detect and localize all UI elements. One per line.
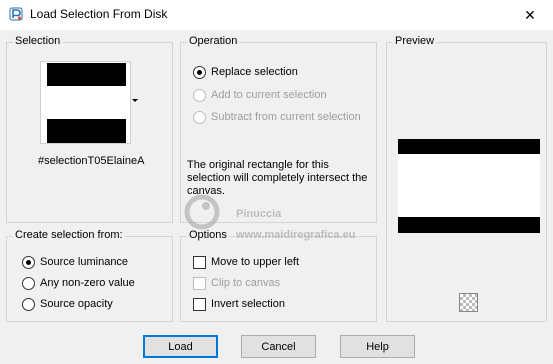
radio-label: Source opacity — [40, 298, 113, 310]
close-icon[interactable]: ✕ — [507, 0, 553, 30]
radio-circle — [22, 255, 35, 269]
checkbox-box — [193, 255, 206, 269]
subtract-selection-radio[interactable]: Subtract from current selection — [193, 109, 361, 125]
window-title: Load Selection From Disk — [30, 7, 168, 21]
thumbnail-bar-bottom — [47, 119, 126, 143]
preview-bar-top — [398, 139, 540, 154]
radio-circle — [193, 65, 206, 79]
cancel-button[interactable]: Cancel — [241, 335, 316, 358]
radio-circle — [22, 276, 35, 290]
radio-label: Add to current selection — [211, 89, 327, 101]
source-opacity-radio[interactable]: Source opacity — [22, 296, 113, 312]
create-panel-title: Create selection from: — [13, 229, 125, 241]
chevron-down-icon[interactable] — [132, 99, 138, 102]
radio-circle — [22, 297, 35, 311]
operation-info-text: The original rectangle for this selectio… — [187, 159, 368, 197]
any-nonzero-radio[interactable]: Any non-zero value — [22, 275, 135, 291]
preview-panel-title: Preview — [393, 35, 437, 47]
radio-label: Source luminance — [40, 256, 129, 268]
checkbox-box — [193, 297, 206, 311]
clip-canvas-checkbox[interactable]: Clip to canvas — [193, 275, 280, 291]
replace-selection-radio[interactable]: Replace selection — [193, 64, 298, 80]
add-selection-radio[interactable]: Add to current selection — [193, 87, 327, 103]
selection-panel-title: Selection — [13, 35, 63, 47]
title-bar: Load Selection From Disk ✕ — [0, 0, 553, 30]
move-upper-left-checkbox[interactable]: Move to upper left — [193, 254, 299, 270]
selection-thumbnail[interactable] — [40, 61, 131, 144]
radio-circle — [193, 88, 206, 102]
checkbox-label: Move to upper left — [211, 256, 300, 268]
checkbox-label: Clip to canvas — [211, 277, 281, 289]
thumbnail-bar-top — [47, 63, 126, 86]
radio-label: Subtract from current selection — [211, 111, 361, 123]
load-button[interactable]: Load — [143, 335, 218, 358]
checkbox-label: Invert selection — [211, 298, 285, 310]
transparency-checker-icon[interactable] — [459, 293, 478, 312]
selection-name: #selectionT05ElaineA — [38, 155, 145, 167]
options-panel-title: Options — [187, 229, 229, 241]
invert-selection-checkbox[interactable]: Invert selection — [193, 296, 285, 312]
source-luminance-radio[interactable]: Source luminance — [22, 254, 128, 270]
operation-panel-title: Operation — [187, 35, 240, 47]
paintshop-icon — [9, 7, 23, 21]
checkbox-box — [193, 276, 206, 290]
preview-image — [398, 139, 540, 233]
radio-label: Replace selection — [211, 66, 298, 78]
preview-bar-bottom — [398, 217, 540, 233]
radio-circle — [193, 110, 206, 124]
help-button[interactable]: Help — [340, 335, 415, 358]
radio-label: Any non-zero value — [40, 277, 135, 289]
